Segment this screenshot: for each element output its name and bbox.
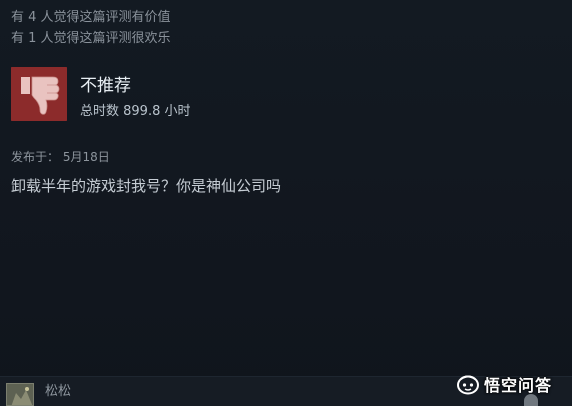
thumbs-down-icon	[11, 67, 67, 121]
review-page: 有 4 人觉得这篇评测有价值 有 1 人觉得这篇评测很欢乐 不推荐 总时数 89…	[0, 0, 572, 406]
wukong-logo-icon	[457, 375, 479, 395]
reviewer-username[interactable]: 松松	[45, 383, 71, 400]
avatar-image-icon	[7, 384, 33, 405]
scroll-handle[interactable]	[524, 394, 538, 406]
avatar[interactable]	[6, 383, 34, 406]
helpful-count-text: 有 4 人觉得这篇评测有价值	[11, 10, 171, 25]
review-body-text: 卸载半年的游戏封我号？你是神仙公司吗	[11, 177, 282, 195]
total-playtime: 总时数 899.8 小时	[80, 104, 191, 119]
watermark-text: 悟空问答	[484, 376, 553, 395]
posted-date: 发布于： 5月18日	[11, 150, 110, 164]
funny-count-text: 有 1 人觉得这篇评测很欢乐	[11, 31, 171, 46]
review-verdict: 不推荐	[80, 76, 131, 96]
not-recommended-badge	[11, 67, 67, 121]
wukong-watermark: 悟空问答	[456, 371, 552, 397]
